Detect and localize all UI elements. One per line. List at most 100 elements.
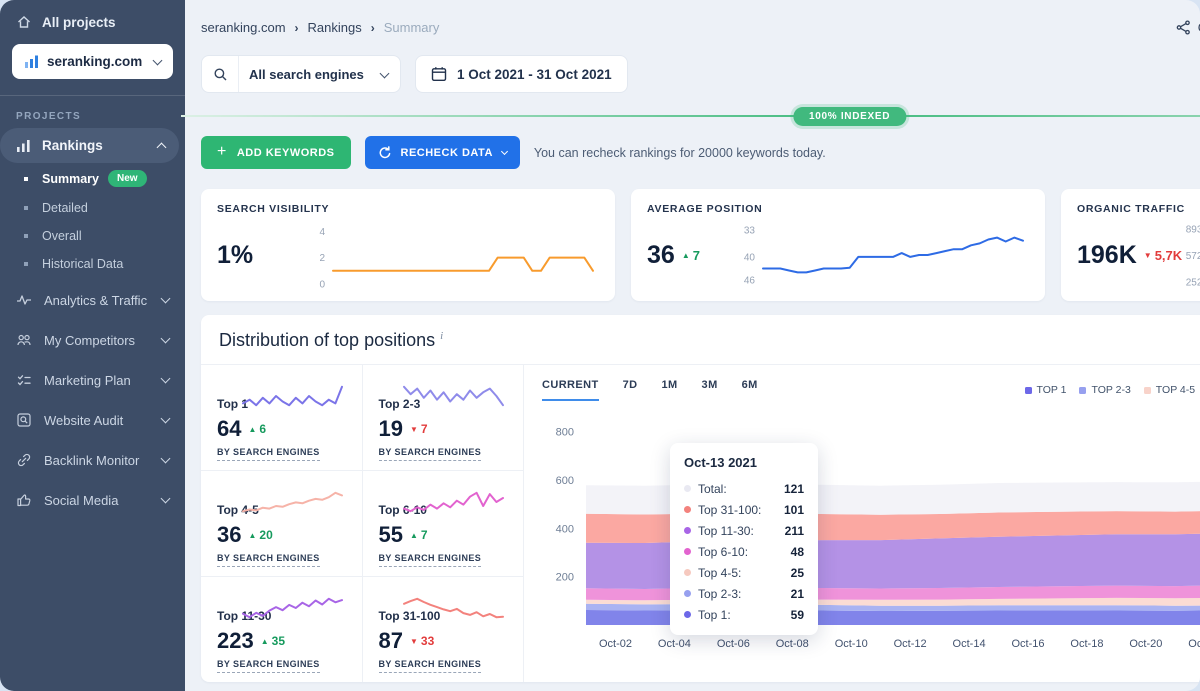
website-audit-icon xyxy=(16,412,32,428)
arrow-up-icon: ▲ xyxy=(410,531,418,540)
sidebar-item-backlink-monitor[interactable]: Backlink Monitor xyxy=(0,442,185,478)
chevron-down-icon xyxy=(501,148,508,155)
search-icon xyxy=(213,67,228,82)
top31-100-sparkline xyxy=(401,589,509,627)
chevron-down-icon xyxy=(161,414,171,424)
organic-traffic-value: 196K ▼5,7K xyxy=(1077,241,1182,270)
series-dot xyxy=(684,611,691,618)
sidebar-item-analytics-traffic[interactable]: Analytics & Traffic xyxy=(0,282,185,318)
svg-text:2: 2 xyxy=(319,253,325,264)
top1-card: Top 1 64▲6 BY SEARCH ENGINES xyxy=(201,365,362,470)
chevron-down-icon xyxy=(380,68,390,78)
arrow-up-icon: ▲ xyxy=(261,637,269,646)
tooltip-row: Top 1:59 xyxy=(684,604,804,625)
by-search-engines-link[interactable]: BY SEARCH ENGINES xyxy=(379,553,482,567)
tab-6m[interactable]: 6M xyxy=(742,379,758,401)
legend-item[interactable]: TOP 2-3 xyxy=(1079,384,1130,396)
svg-text:5728: 5728 xyxy=(1186,251,1200,262)
stacked-area-chart[interactable]: 200400600800Oct-02Oct-04Oct-06Oct-08Oct-… xyxy=(540,405,1200,655)
distribution-title: Distribution of top positions i xyxy=(201,315,1200,365)
sidebar-item-rankings[interactable]: Rankings xyxy=(0,128,179,163)
by-search-engines-link[interactable]: BY SEARCH ENGINES xyxy=(217,659,320,673)
by-search-engines-link[interactable]: BY SEARCH ENGINES xyxy=(217,447,320,461)
info-icon[interactable]: i xyxy=(440,330,443,342)
plus-icon: + xyxy=(217,143,227,161)
top2-3-card: Top 2-3 19▼7 BY SEARCH ENGINES xyxy=(362,365,524,470)
recheck-data-button[interactable]: RECHECK DATA xyxy=(365,136,520,169)
legend-swatch xyxy=(1144,387,1151,394)
legend-item[interactable]: TOP 4-5 xyxy=(1144,384,1195,396)
svg-text:40: 40 xyxy=(744,252,756,263)
svg-text:Oct-10: Oct-10 xyxy=(835,638,868,650)
series-dot xyxy=(684,485,691,492)
guest-link-button[interactable]: Guest link xyxy=(1176,20,1200,35)
svg-text:Oct-14: Oct-14 xyxy=(953,638,986,650)
chevron-down-icon xyxy=(153,55,163,65)
add-keywords-button[interactable]: + ADD KEYWORDS xyxy=(201,136,351,169)
stats-row: SEARCH VISIBILITY 1% 420 AVERAGE POSITIO… xyxy=(201,189,1200,301)
date-range-picker[interactable]: 1 Oct 2021 - 31 Oct 2021 xyxy=(415,55,628,93)
legend-item[interactable]: TOP 1 xyxy=(1025,384,1067,396)
project-name: seranking.com xyxy=(47,54,142,69)
filters-row: All search engines 1 Oct 2021 - 31 Oct 2… xyxy=(201,55,1200,93)
tooltip-row: Top 2-3:21 xyxy=(684,583,804,604)
svg-text:Oct-18: Oct-18 xyxy=(1070,638,1103,650)
breadcrumb-separator: › xyxy=(295,21,299,35)
svg-text:800: 800 xyxy=(556,427,574,439)
tooltip-row: Top 6-10:48 xyxy=(684,541,804,562)
svg-text:0: 0 xyxy=(319,280,325,291)
sidebar-item-detailed[interactable]: Detailed xyxy=(0,194,185,222)
arrow-up-icon: ▲ xyxy=(682,251,690,260)
analytics-icon xyxy=(16,292,32,308)
period-tabs: CURRENT 7D 1M 3M 6M xyxy=(542,379,758,401)
breadcrumb-current: Summary xyxy=(384,20,440,35)
by-search-engines-link[interactable]: BY SEARCH ENGINES xyxy=(379,659,482,673)
sidebar-item-overall[interactable]: Overall xyxy=(0,222,185,250)
refresh-icon xyxy=(378,146,392,160)
tab-current[interactable]: CURRENT xyxy=(542,379,599,401)
breadcrumb-separator: › xyxy=(371,21,375,35)
tab-1m[interactable]: 1M xyxy=(661,379,677,401)
by-search-engines-link[interactable]: BY SEARCH ENGINES xyxy=(379,447,482,461)
search-engines-select[interactable]: All search engines xyxy=(201,55,401,93)
sidebar-item-historical-data[interactable]: Historical Data xyxy=(0,250,185,278)
sidebar-item-social-media[interactable]: Social Media xyxy=(0,482,185,518)
marketing-plan-icon xyxy=(16,372,32,388)
tooltip-rows: Total:121Top 31-100:101Top 11-30:211Top … xyxy=(684,478,804,625)
bar-chart-icon xyxy=(24,54,39,69)
all-projects-link[interactable]: All projects xyxy=(0,0,185,40)
average-position-card: AVERAGE POSITION 36 ▲7 334046 xyxy=(631,189,1045,301)
search-visibility-card: SEARCH VISIBILITY 1% 420 xyxy=(201,189,615,301)
svg-text:Oct-16: Oct-16 xyxy=(1011,638,1044,650)
chevron-down-icon xyxy=(161,454,171,464)
breadcrumb-project[interactable]: seranking.com xyxy=(201,20,286,35)
tooltip-date: Oct-13 2021 xyxy=(684,455,804,470)
top1-sparkline xyxy=(240,377,348,415)
sidebar-item-marketing-plan[interactable]: Marketing Plan xyxy=(0,362,185,398)
series-dot xyxy=(684,590,691,597)
sidebar-item-website-audit[interactable]: Website Audit xyxy=(0,402,185,438)
svg-text:600: 600 xyxy=(556,475,574,487)
top31-100-card: Top 31-100 87▼33 BY SEARCH ENGINES xyxy=(362,577,524,682)
by-search-engines-link[interactable]: BY SEARCH ENGINES xyxy=(217,553,320,567)
backlink-icon xyxy=(16,452,32,468)
breadcrumb-rankings[interactable]: Rankings xyxy=(308,20,362,35)
delta-up-badge: ▲7 xyxy=(682,248,700,263)
arrow-down-icon: ▼ xyxy=(410,425,418,434)
index-progress-line xyxy=(181,115,1200,117)
chevron-down-icon xyxy=(161,334,171,344)
sidebar-item-summary[interactable]: Summary New xyxy=(0,163,185,194)
top6-10-card: Top 6-10 55▲7 BY SEARCH ENGINES xyxy=(362,471,524,576)
top4-5-card: Top 4-5 36▲20 BY SEARCH ENGINES xyxy=(201,471,362,576)
rankings-icon xyxy=(16,138,31,153)
tab-3m[interactable]: 3M xyxy=(702,379,718,401)
average-position-sparkline: 334046 xyxy=(729,219,1029,291)
projects-section-label: PROJECTS xyxy=(16,111,169,122)
sidebar-item-my-competitors[interactable]: My Competitors xyxy=(0,322,185,358)
project-selector[interactable]: seranking.com xyxy=(12,44,173,79)
competitors-icon xyxy=(16,332,32,348)
chart-tooltip: Oct-13 2021 Total:121Top 31-100:101Top 1… xyxy=(670,443,818,635)
top4-5-sparkline xyxy=(240,483,348,521)
calendar-icon xyxy=(431,66,447,82)
tab-7d[interactable]: 7D xyxy=(623,379,638,401)
